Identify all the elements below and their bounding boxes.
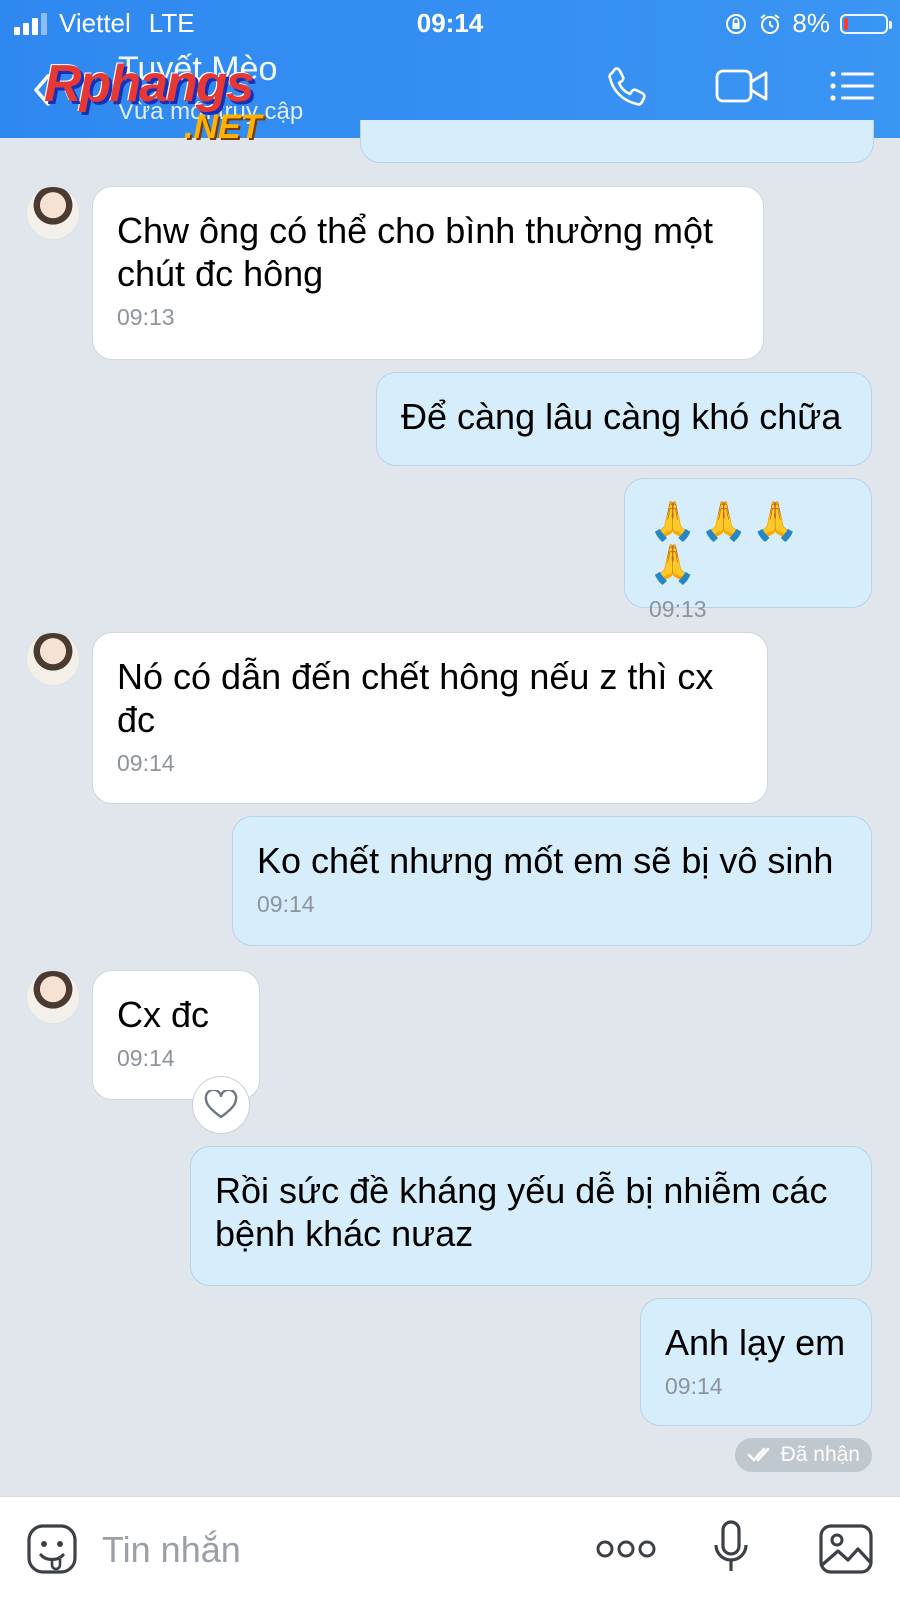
delivery-status-text: Đã nhận [780,1443,860,1466]
message-time: 09:14 [117,750,175,776]
message-time: 09:14 [257,891,315,917]
message-bubble-in[interactable]: Chw ông có thể cho bình thường một chút … [92,186,764,360]
message-time: 09:13 [649,596,707,622]
reaction-button[interactable] [192,1076,250,1134]
message-text: Để càng lâu càng khó chữa [401,396,842,437]
message-bubble-out[interactable]: Để càng lâu càng khó chữa [376,372,872,466]
message-input[interactable]: Tin nhắn [102,1529,241,1571]
microphone-icon[interactable] [712,1519,750,1579]
message-time: 09:14 [117,1045,175,1071]
message-time: 09:14 [665,1373,723,1399]
status-right: 8% [724,8,892,39]
phone-icon[interactable] [606,64,650,108]
message-emoji: 🙏🙏🙏🙏 [649,501,803,586]
double-check-icon [747,1447,769,1462]
menu-icon[interactable] [828,64,876,108]
message-bubble-out[interactable]: Rồi sức đề kháng yếu dễ bị nhiễm các bện… [190,1146,872,1286]
watermark-text: Rphangs [44,55,254,113]
message-text: Anh lạy em [665,1322,846,1363]
message-text: Nó có dẫn đến chết hông nếu z thì cx đc [117,656,714,740]
message-bubble-out[interactable]: Ko chết nhưng mốt em sẽ bị vô sinh 09:14 [232,816,872,946]
image-gallery-icon[interactable] [818,1523,874,1575]
battery-icon [840,13,892,34]
message-time: 09:13 [117,304,175,330]
message-bubble-in[interactable]: Nó có dẫn đến chết hông nếu z thì cx đc … [92,632,768,804]
status-bar: Viettel LTE 09:14 8% [0,0,900,46]
video-icon[interactable] [714,64,770,108]
battery-percent: 8% [792,8,830,38]
watermark-logo: Rphangs .NET [44,55,261,144]
previous-message-bubble [360,120,874,163]
sticker-icon[interactable] [26,1523,78,1575]
message-text: Ko chết nhưng mốt em sẽ bị vô sinh [257,840,834,881]
watermark-domain: .NET [184,108,262,146]
avatar[interactable] [26,186,80,240]
heart-icon [204,1090,238,1119]
message-bubble-out[interactable]: Anh lạy em 09:14 [640,1298,872,1426]
alarm-icon [760,13,781,34]
rotation-lock-icon [726,13,747,34]
avatar[interactable] [26,632,80,686]
message-bubble-out[interactable]: 🙏🙏🙏🙏 09:13 [624,478,872,622]
message-text: Chw ông có thể cho bình thường một chút … [117,210,714,294]
message-composer: Tin nhắn [0,1496,900,1601]
message-text: Rồi sức đề kháng yếu dễ bị nhiễm các bện… [215,1170,828,1254]
more-options-icon[interactable] [596,1537,656,1561]
message-text: Cx đc [117,994,210,1035]
avatar[interactable] [26,970,80,1024]
chat-header: Viettel LTE 09:14 8% Tuyết Mèo Vừa mới t… [0,0,900,144]
delivery-status-badge: Đã nhận [734,1438,872,1472]
